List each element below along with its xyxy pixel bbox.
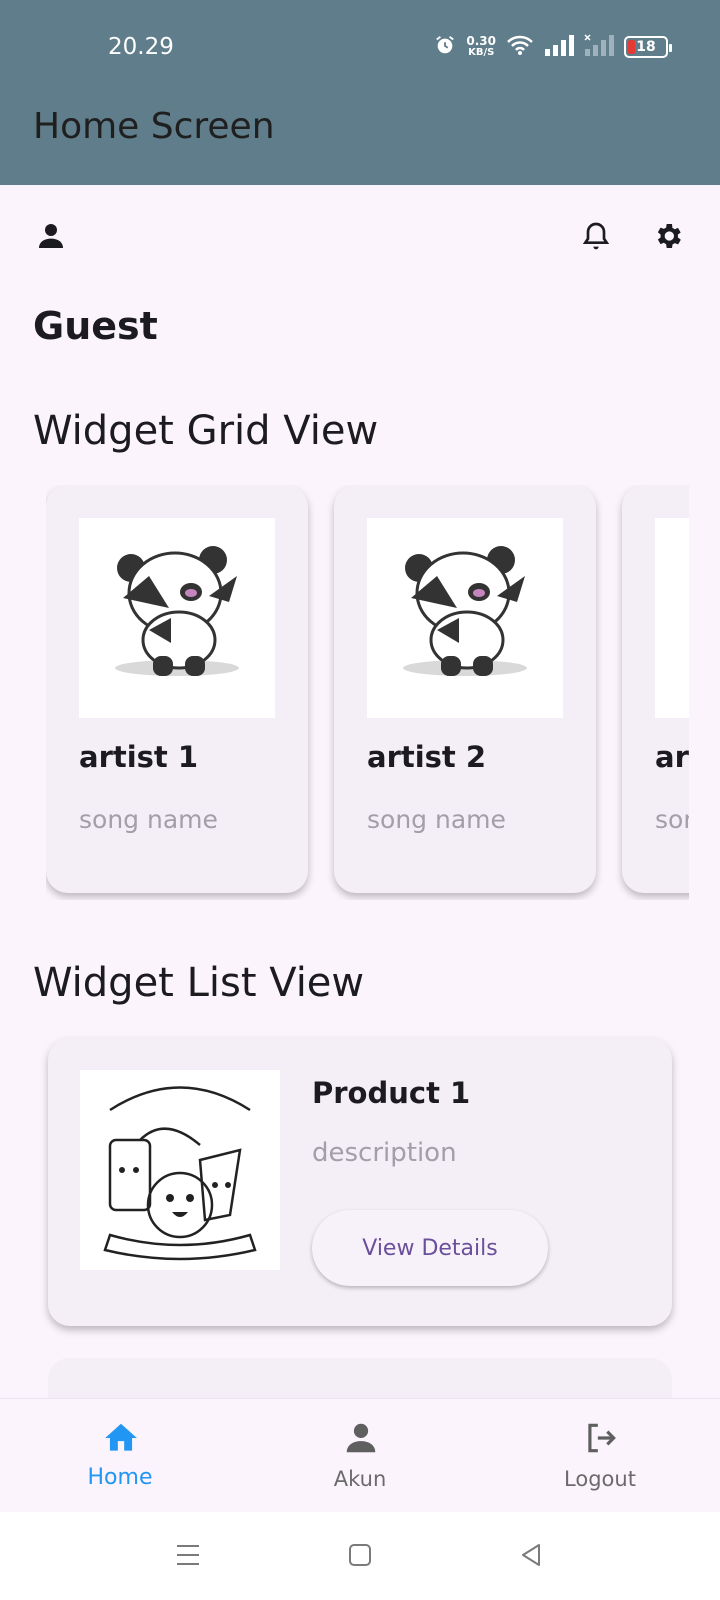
artist-name: artist 3 — [655, 740, 689, 774]
wifi-icon — [506, 34, 534, 60]
signal-2-icon — [584, 34, 614, 60]
view-details-button[interactable]: View Details — [312, 1210, 548, 1286]
list-section-title: Widget List View — [33, 960, 365, 1006]
battery-level — [628, 40, 635, 54]
grid-card[interactable]: artist 2 song name — [334, 485, 596, 893]
net-speed-value: 0.30 — [466, 34, 496, 48]
battery-icon: 18 — [624, 36, 672, 58]
artist-name: artist 2 — [367, 740, 487, 774]
signal-icon — [544, 34, 574, 60]
grid-section-title: Widget Grid View — [33, 408, 379, 454]
panda-image — [655, 518, 689, 718]
bell-icon[interactable] — [580, 220, 612, 252]
status-bar: 20.29 0.30 KB/S 18 — [0, 0, 720, 90]
song-name: song name — [79, 805, 218, 834]
panda-image — [367, 518, 563, 718]
nav-label-logout: Logout — [564, 1467, 636, 1491]
grid-card[interactable]: artist 3 song name — [622, 485, 689, 893]
battery-percent: 18 — [636, 39, 656, 55]
horizontal-grid[interactable]: artist 1 song name artist 2 song name ar… — [46, 485, 689, 900]
home-icon — [105, 1423, 137, 1451]
system-nav-bar — [0, 1512, 720, 1600]
product-name: Product 1 — [312, 1076, 471, 1110]
net-speed-unit: KB/S — [468, 47, 495, 58]
nav-item-logout[interactable]: Logout — [480, 1399, 720, 1513]
gear-icon[interactable] — [652, 220, 684, 252]
nav-label-home: Home — [87, 1465, 153, 1490]
list-card[interactable]: Product 1 description View Details — [48, 1038, 672, 1326]
status-time: 20.29 — [108, 34, 174, 60]
person-icon[interactable] — [35, 220, 67, 252]
username-label: Guest — [33, 304, 158, 348]
logout-icon — [588, 1423, 616, 1453]
app-bar: 20.29 0.30 KB/S 18 Home Screen — [0, 0, 720, 185]
artist-name: artist 1 — [79, 740, 199, 774]
nav-item-akun[interactable]: Akun — [240, 1399, 480, 1513]
net-speed: 0.30 KB/S — [466, 35, 496, 59]
nav-label-akun: Akun — [333, 1467, 387, 1491]
status-icons: 0.30 KB/S 18 — [434, 30, 672, 64]
list-card[interactable] — [48, 1358, 672, 1398]
grid-card[interactable]: artist 1 song name — [46, 485, 308, 893]
nav-item-home[interactable]: Home — [0, 1399, 240, 1513]
song-name: song name — [367, 805, 506, 834]
menu-icon[interactable] — [173, 1540, 203, 1570]
back-icon[interactable] — [517, 1540, 547, 1570]
alarm-icon — [434, 34, 456, 60]
panda-image — [79, 518, 275, 718]
bottom-nav: Home Akun Logout — [0, 1398, 720, 1512]
product-description: description — [312, 1138, 457, 1168]
home-square-icon[interactable] — [345, 1540, 375, 1570]
page-title: Home Screen — [33, 106, 275, 147]
person-icon — [346, 1423, 376, 1453]
doodle-image — [80, 1070, 280, 1270]
song-name: song name — [655, 805, 689, 834]
